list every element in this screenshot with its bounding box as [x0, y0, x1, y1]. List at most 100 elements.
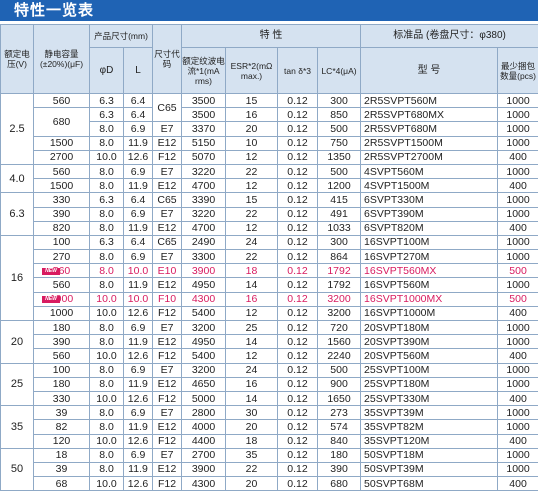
- cell-voltage: 16: [0, 234, 34, 322]
- cell-esr: 22: [225, 461, 279, 478]
- cell-esr: 25: [225, 319, 279, 336]
- cell-capacitance: 390: [33, 206, 90, 222]
- table-row: 20 180 8.0 6.9 E7 3200 25 0.12 720 20SVPT180M 1000: [0, 319, 538, 364]
- cell-lc: 390: [317, 461, 362, 478]
- cell-size-code: E12: [152, 461, 183, 478]
- new-badge: NEW: [42, 296, 60, 304]
- cell-lc: 1033: [317, 220, 362, 236]
- cell-model: 20SVPT390M: [360, 334, 499, 350]
- cell-tan-delta: 0.12: [277, 476, 319, 492]
- table-row: 390 8.0 11.9 E12 4950 14 0.12 1560 20SVPT390M 100…: [1, 334, 538, 350]
- cell-capacitance: 180: [33, 376, 90, 392]
- cell-capacitance: 2700: [33, 149, 90, 165]
- cell-capacitance: 560: [33, 163, 90, 180]
- cell-min-pack: 1000: [497, 206, 538, 222]
- cell-esr: 14: [225, 277, 279, 293]
- cell-length: 6.9: [122, 319, 154, 336]
- cell-model: 35SVPT82M: [360, 419, 499, 435]
- cell-size-code: F12: [152, 149, 183, 165]
- new-badge: NEW: [42, 267, 60, 275]
- cell-model: 25SVPT180M: [360, 376, 499, 392]
- cell-tan-delta: 0.12: [277, 433, 319, 449]
- cell-capacitance: 680: [33, 107, 90, 137]
- cell-voltage: 20: [0, 320, 34, 364]
- cell-min-pack: 1000: [497, 461, 538, 478]
- table-row: 680 6.3 6.4 3500 16 0.12 850 2R5SVPT680MX 1000: [1, 107, 538, 137]
- cell-tan-delta: 0.12: [277, 376, 319, 392]
- cell-lc: 491: [317, 206, 362, 222]
- cell-tan-delta: 0.12: [277, 92, 319, 109]
- cell-size-code: F12: [152, 433, 183, 449]
- table-row: 270 8.0 6.9 E7 3300 22 0.12 864 16SVPT270M 1000: [1, 249, 538, 265]
- cell-esr: 22: [225, 163, 279, 180]
- cell-min-pack: 1000: [497, 192, 538, 208]
- cell-esr: 16: [225, 291, 279, 307]
- table-row: 180 8.0 11.9 E12 4650 16 0.12 900 25SVPT180M 1000: [1, 376, 538, 392]
- cell-tan-delta: 0.12: [277, 135, 319, 151]
- cell-size-code: E7: [152, 405, 183, 421]
- cell-model: 50SVPT68M: [360, 476, 499, 492]
- cell-size-code: E12: [152, 220, 183, 236]
- cell-tan-delta: 0.12: [277, 107, 319, 123]
- cell-ripple-current: 4000: [181, 419, 227, 435]
- cell-ripple-current: 3900: [181, 461, 227, 478]
- cell-ripple-current: 3900: [181, 263, 227, 279]
- cell-length: 11.9: [122, 334, 154, 350]
- cell-esr: 18: [225, 433, 279, 449]
- table-row: 1500 8.0 11.9 E12 5150 10 0.12 750 2R5SVPT1500M 1…: [1, 135, 538, 151]
- cell-ripple-current: 4950: [181, 334, 227, 350]
- cell-ripple-current: 3200: [181, 319, 227, 336]
- header-esr: ESR*2(mΩ max.): [225, 47, 279, 94]
- cell-lc: 840: [317, 433, 362, 449]
- cell-diameter: 6.3: [89, 92, 124, 109]
- cell-model: 16SVPT100M: [360, 234, 499, 251]
- cell-capacitance: NEW 1000: [33, 291, 90, 307]
- cell-capacitance: 560: [33, 277, 90, 293]
- cell-length: 12.6: [122, 149, 154, 165]
- table-row: 560 8.0 11.9 E12 4950 14 0.12 1792 16SVPT560M 100…: [1, 277, 538, 293]
- cell-voltage: 50: [0, 447, 34, 492]
- table-row: 2700 10.0 12.6 F12 5070 12 0.12 1350 2R5SVPT2700…: [1, 149, 538, 165]
- cell-diameter: 8.0: [89, 206, 124, 222]
- table-row: 1000 10.0 12.6 F12 5400 12 0.12 3200 16SVPT1000M…: [1, 305, 538, 322]
- cell-ripple-current: 5400: [181, 348, 227, 364]
- cell-tan-delta: 0.12: [277, 163, 319, 180]
- cell-model: 2R5SVPT1500M: [360, 135, 499, 151]
- header-tan-delta: tan δ*3: [277, 47, 319, 94]
- cell-capacitance: 68: [33, 476, 90, 492]
- cell-model: 6SVPT330M: [360, 192, 499, 208]
- cell-capacitance: 82: [33, 419, 90, 435]
- table-row: 820 8.0 11.9 E12 4700 12 0.12 1033 6SVPT820M 400: [1, 220, 538, 236]
- cell-esr: 35: [225, 447, 279, 463]
- cell-diameter: 10.0: [89, 433, 124, 449]
- cell-tan-delta: 0.12: [277, 249, 319, 265]
- cell-esr: 30: [225, 405, 279, 421]
- cell-diameter: 8.0: [89, 121, 124, 137]
- characteristics-table: 额定电压(V) 静电容量(±20%)(μF) 产品尺寸(mm) 尺寸代码 特 性…: [0, 24, 538, 492]
- cell-esr: 15: [225, 92, 279, 109]
- cell-tan-delta: 0.12: [277, 461, 319, 478]
- cell-model: 20SVPT180M: [360, 319, 499, 336]
- header-lc: LC*4(μA): [317, 47, 362, 94]
- cell-esr: 22: [225, 249, 279, 265]
- cell-tan-delta: 0.12: [277, 206, 319, 222]
- cell-min-pack: 1000: [497, 376, 538, 392]
- cell-esr: 22: [225, 206, 279, 222]
- cell-diameter: 10.0: [89, 305, 124, 322]
- cell-model: 4SVPT1500M: [360, 178, 499, 194]
- cell-min-pack: 400: [497, 305, 538, 322]
- cell-model: 16SVPT1000MX: [360, 291, 499, 307]
- cell-esr: 16: [225, 107, 279, 123]
- cell-size-code: E12: [152, 277, 183, 293]
- header-size-code: 尺寸代码: [152, 24, 183, 94]
- cell-size-code: F12: [152, 390, 183, 407]
- cell-esr: 24: [225, 362, 279, 378]
- cell-model: 20SVPT560M: [360, 348, 499, 364]
- title-bar: 特性一览表: [0, 0, 538, 21]
- table-row: 560 10.0 12.6 F12 5400 12 0.12 2240 20SVPT560M 40…: [1, 348, 538, 364]
- cell-capacitance: 18: [33, 447, 90, 463]
- cell-min-pack: 1000: [497, 362, 538, 378]
- cell-tan-delta: 0.12: [277, 334, 319, 350]
- cell-length: 6.4: [122, 92, 154, 109]
- cell-length: 11.9: [122, 220, 154, 236]
